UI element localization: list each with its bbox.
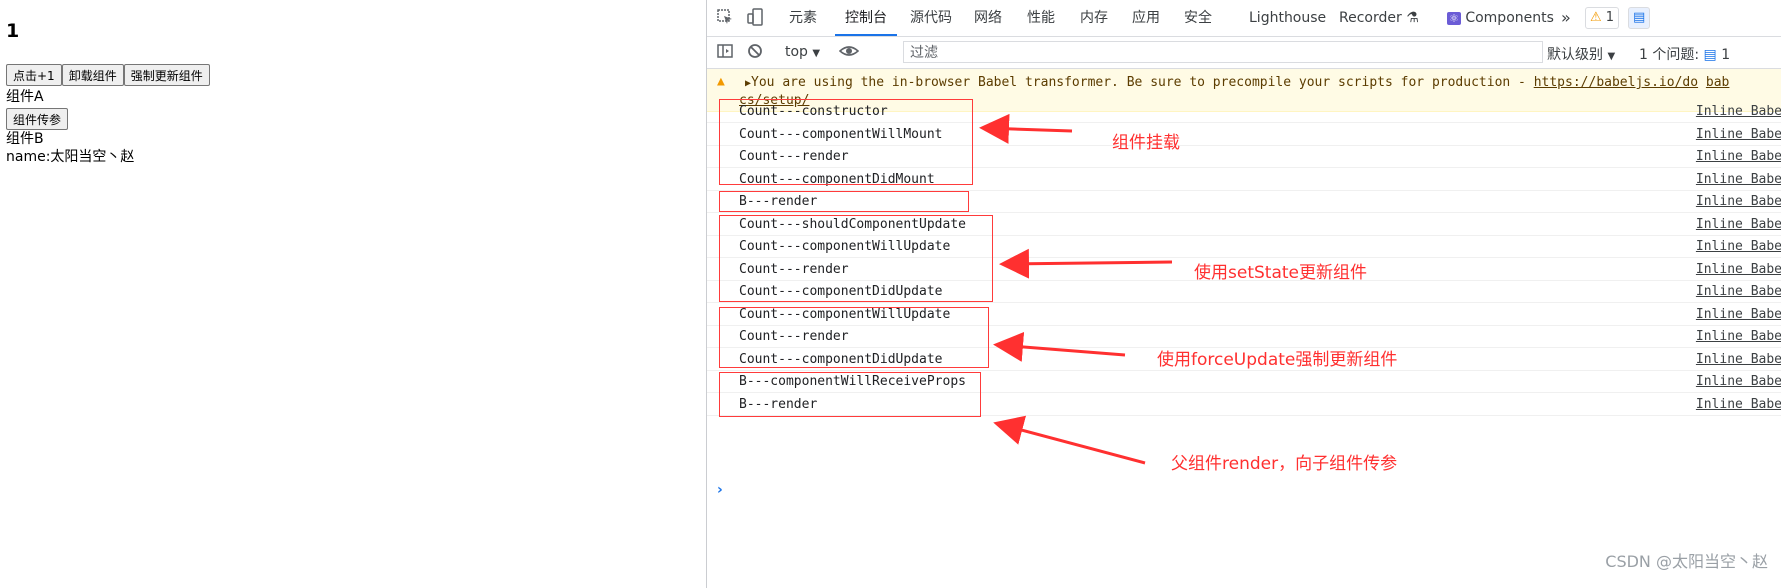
parent-render-annotation: 父组件render，向子组件传参	[1171, 454, 1398, 474]
mount-annotation: 组件挂载	[1112, 133, 1180, 153]
name-text: name:太阳当空丶赵	[6, 149, 135, 165]
pass-props-button[interactable]: 组件传参	[6, 108, 69, 130]
setstate-annotation: 使用setState更新组件	[1194, 263, 1367, 283]
annotation-arrows	[979, 113, 1173, 465]
component-a-label: 组件A	[6, 89, 44, 105]
forceupdate-annotation: 使用forceUpdate强制更新组件	[1157, 350, 1398, 370]
count-value: 1	[6, 20, 20, 42]
unmount-button[interactable]: 卸载组件	[61, 64, 124, 86]
increment-button[interactable]: 点击+1	[6, 64, 62, 86]
csdn-watermark: CSDN @太阳当空丶赵	[1605, 552, 1768, 571]
devtools-panel: 元素 控制台 源代码 网络 性能 内存 应用 安全 Lighthouse Rec…	[706, 0, 1781, 588]
app-page: 1 点击+1 卸载组件 强制更新组件 组件A 组件传参 组件B name:太阳当…	[0, 0, 706, 588]
button-row: 点击+1 卸载组件 强制更新组件	[6, 64, 210, 86]
force-update-button[interactable]: 强制更新组件	[123, 64, 210, 86]
component-b-label: 组件B	[6, 131, 44, 147]
